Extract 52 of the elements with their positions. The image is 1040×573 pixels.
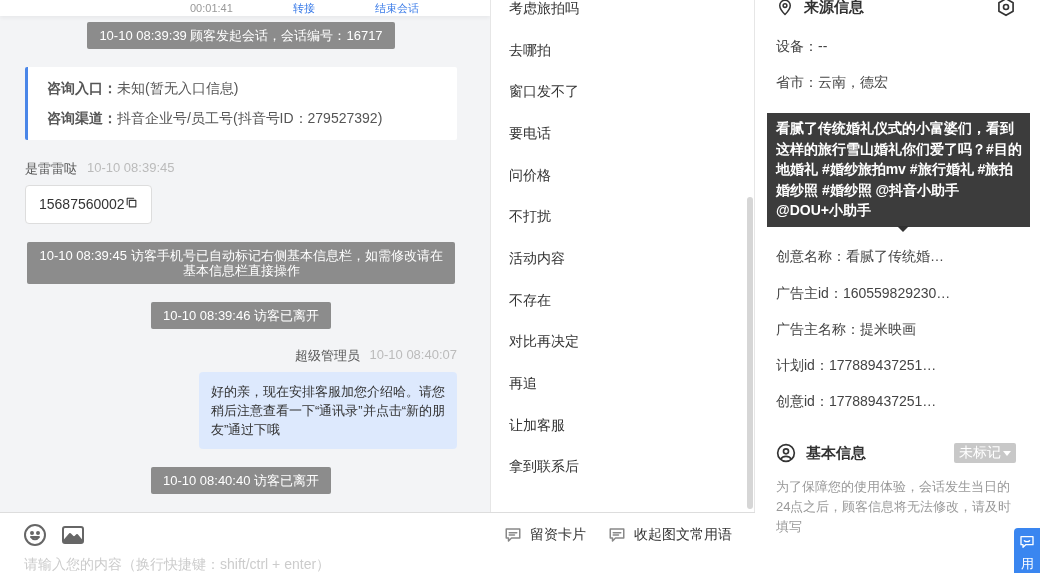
quick-phrase[interactable]: 不打扰 bbox=[491, 196, 754, 239]
section-title: 基本信息 bbox=[806, 443, 867, 463]
info-field: 广告主名称：提米映画 bbox=[776, 311, 1016, 348]
scrollbar[interactable] bbox=[747, 197, 753, 509]
quick-phrase[interactable]: 问价格 bbox=[491, 154, 754, 197]
info-field: 设备：-- bbox=[776, 29, 1016, 66]
sender-name: 超级管理员 bbox=[294, 347, 360, 365]
message-bubble: 好的亲，现在安排客服加您介绍哈。请您稍后注意查看一下“通讯录”并点击“新的朋友”通过下哦 bbox=[199, 372, 457, 449]
quick-phrase[interactable]: 不存在 bbox=[491, 279, 754, 322]
info-field: 计划id：177889437251… bbox=[776, 347, 1016, 385]
comment-icon bbox=[608, 525, 626, 544]
header-link[interactable]: 结束会话 bbox=[374, 2, 419, 14]
message-time: 10-10 08:40:07 bbox=[369, 347, 457, 364]
location-pin-icon bbox=[776, 0, 794, 16]
quick-phrase[interactable]: 考虑旅拍吗 bbox=[491, 0, 754, 30]
tooltip-arrow bbox=[897, 226, 909, 232]
quick-phrase[interactable]: 对比再决定 bbox=[491, 321, 754, 364]
message-time: 10-10 08:39:45 bbox=[87, 160, 175, 177]
info-field: 创意id：177889437251… bbox=[776, 384, 1016, 421]
system-notice: 10-10 08:39:39 顾客发起会话，会话编号：16717 bbox=[87, 22, 395, 49]
tooltip: 看腻了传统婚礼仪式的小富婆们，看到这样的旅行雪山婚礼你们爱了吗？#目的地婚礼 #婚纱旅拍mv #旅行婚礼 #旅拍婚纱照 #婚纱照 @抖音小助手 @DOU+小助手 bbox=[767, 113, 1030, 227]
info-row-text: 咨询入口：未知(暂无入口信息) bbox=[47, 79, 240, 98]
quick-phrase[interactable]: 窗口发不了 bbox=[491, 71, 754, 114]
emoji-icon[interactable] bbox=[23, 522, 47, 547]
quick-phrase[interactable]: 拿到联系后 bbox=[491, 446, 754, 489]
info-field: 创意名称：看腻了传统婚… bbox=[776, 239, 1016, 276]
caret-icon bbox=[1003, 450, 1011, 456]
info-row-text: 咨询渠道：抖音企业号/员工号(抖音号ID：279527392) bbox=[47, 109, 384, 128]
chat-icon bbox=[1019, 534, 1035, 550]
system-notice: 10-10 08:39:45 访客手机号已自动标记右侧基本信息栏，如需修改请在基本信息栏直接操作 bbox=[27, 242, 455, 284]
system-notice: 10-10 08:40:40 访客已离开 bbox=[150, 467, 332, 494]
info-field: 省市：云南，德宏 bbox=[776, 65, 1016, 102]
comment-icon bbox=[504, 525, 522, 544]
toolbar-button[interactable]: 收起图文常用语 bbox=[608, 525, 732, 544]
quick-phrase[interactable]: 要电话 bbox=[491, 113, 754, 155]
notice-text: 为了保障您的使用体验，会话发生当日的24点之后，顾客信息将无法修改，请及时填写 bbox=[776, 478, 1013, 537]
quick-phrase[interactable]: 去哪拍 bbox=[491, 29, 754, 72]
system-notice: 10-10 08:39:46 访客已离开 bbox=[150, 302, 332, 329]
toolbar-button[interactable]: 留资卡片 bbox=[504, 525, 586, 544]
sender-name: 是雷雷哒 bbox=[25, 160, 77, 178]
info-field: 广告主id：160559829230… bbox=[776, 275, 1016, 312]
session-duration: 00:01:41 bbox=[190, 2, 233, 14]
side-tab-label: 用 bbox=[1020, 555, 1034, 573]
copy-icon[interactable] bbox=[124, 196, 138, 209]
header-link[interactable]: 转接 bbox=[292, 2, 315, 14]
user-circle-icon bbox=[776, 443, 796, 464]
side-tab[interactable]: 用 bbox=[1014, 528, 1040, 573]
quick-phrase[interactable]: 再追 bbox=[491, 363, 754, 405]
settings-icon[interactable] bbox=[996, 0, 1016, 17]
quick-phrase[interactable]: 让加客服 bbox=[491, 404, 754, 447]
quick-phrase[interactable]: 活动内容 bbox=[491, 238, 754, 280]
phone-number: 15687560002 bbox=[39, 196, 125, 212]
